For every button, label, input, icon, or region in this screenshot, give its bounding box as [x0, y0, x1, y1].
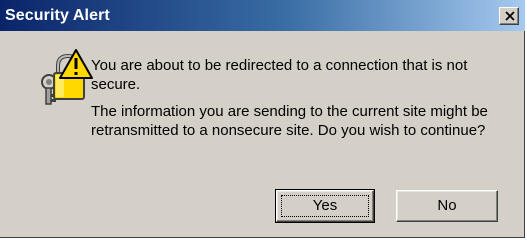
yes-button[interactable]: Yes	[275, 189, 375, 223]
alert-message: You are about to be redirected to a conn…	[91, 56, 505, 140]
security-lock-warning-icon	[32, 44, 94, 110]
close-button[interactable]	[499, 7, 519, 25]
message-line-2: The information you are sending to the c…	[91, 103, 488, 139]
message-line-1: You are about to be redirected to a conn…	[91, 57, 468, 93]
title-bar[interactable]: Security Alert	[0, 0, 525, 31]
dialog-title: Security Alert	[5, 7, 110, 24]
close-icon	[505, 11, 515, 21]
no-button[interactable]: No	[396, 190, 498, 222]
security-alert-dialog: Security Alert You are about to be redir…	[0, 0, 525, 238]
